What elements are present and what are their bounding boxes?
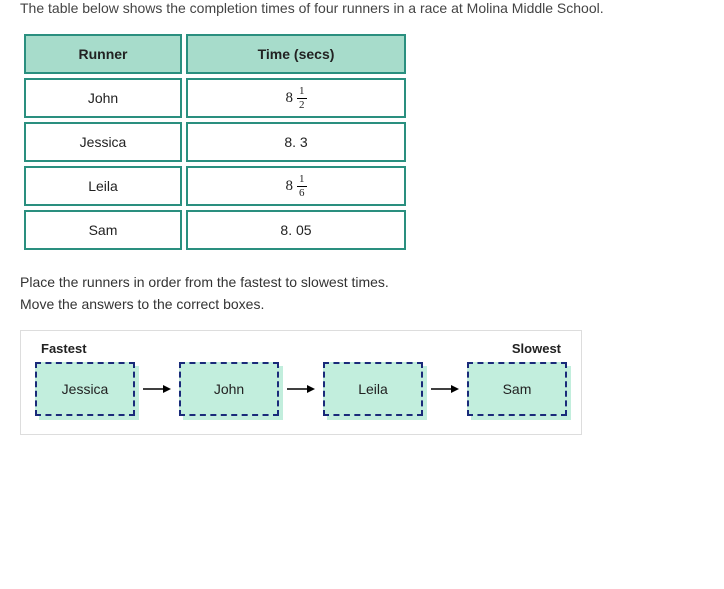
answer-slot[interactable]: Sam	[467, 362, 567, 416]
prompt-move: Move the answers to the correct boxes.	[20, 296, 704, 312]
label-slowest: Slowest	[512, 341, 561, 356]
answer-tile[interactable]: Sam	[467, 362, 567, 416]
label-fastest: Fastest	[41, 341, 87, 356]
runner-cell: Jessica	[24, 122, 182, 162]
denominator: 2	[297, 98, 307, 111]
mixed-number: 8 1 6	[286, 174, 307, 199]
arrow-icon	[431, 383, 459, 395]
fraction: 1 6	[297, 174, 307, 199]
slot-row: Jessica John Leila Sam	[35, 362, 567, 416]
answer-area: Fastest Slowest Jessica John Leila Sam	[20, 330, 582, 435]
answer-tile[interactable]: Jessica	[35, 362, 135, 416]
intro-text: The table below shows the completion tim…	[20, 0, 704, 16]
mixed-number: 8 1 2	[286, 86, 307, 111]
answer-tile[interactable]: John	[179, 362, 279, 416]
runner-cell: Leila	[24, 166, 182, 206]
runner-cell: John	[24, 78, 182, 118]
denominator: 6	[297, 186, 307, 199]
whole-part: 8	[286, 179, 294, 194]
numerator: 1	[297, 86, 307, 98]
arrow-icon	[287, 383, 315, 395]
answer-slot[interactable]: Leila	[323, 362, 423, 416]
answer-slot[interactable]: Jessica	[35, 362, 135, 416]
whole-part: 8	[286, 91, 294, 106]
time-cell: 8 1 2	[186, 78, 406, 118]
times-table: Runner Time (secs) John 8 1 2 Jessica 8.…	[20, 30, 410, 254]
answer-slot[interactable]: John	[179, 362, 279, 416]
time-cell: 8. 05	[186, 210, 406, 250]
arrow-icon	[143, 383, 171, 395]
prompt-order: Place the runners in order from the fast…	[20, 274, 704, 290]
fraction: 1 2	[297, 86, 307, 111]
col-header-time: Time (secs)	[186, 34, 406, 74]
time-cell: 8. 3	[186, 122, 406, 162]
runner-cell: Sam	[24, 210, 182, 250]
col-header-runner: Runner	[24, 34, 182, 74]
answer-tile[interactable]: Leila	[323, 362, 423, 416]
time-cell: 8 1 6	[186, 166, 406, 206]
numerator: 1	[297, 174, 307, 186]
